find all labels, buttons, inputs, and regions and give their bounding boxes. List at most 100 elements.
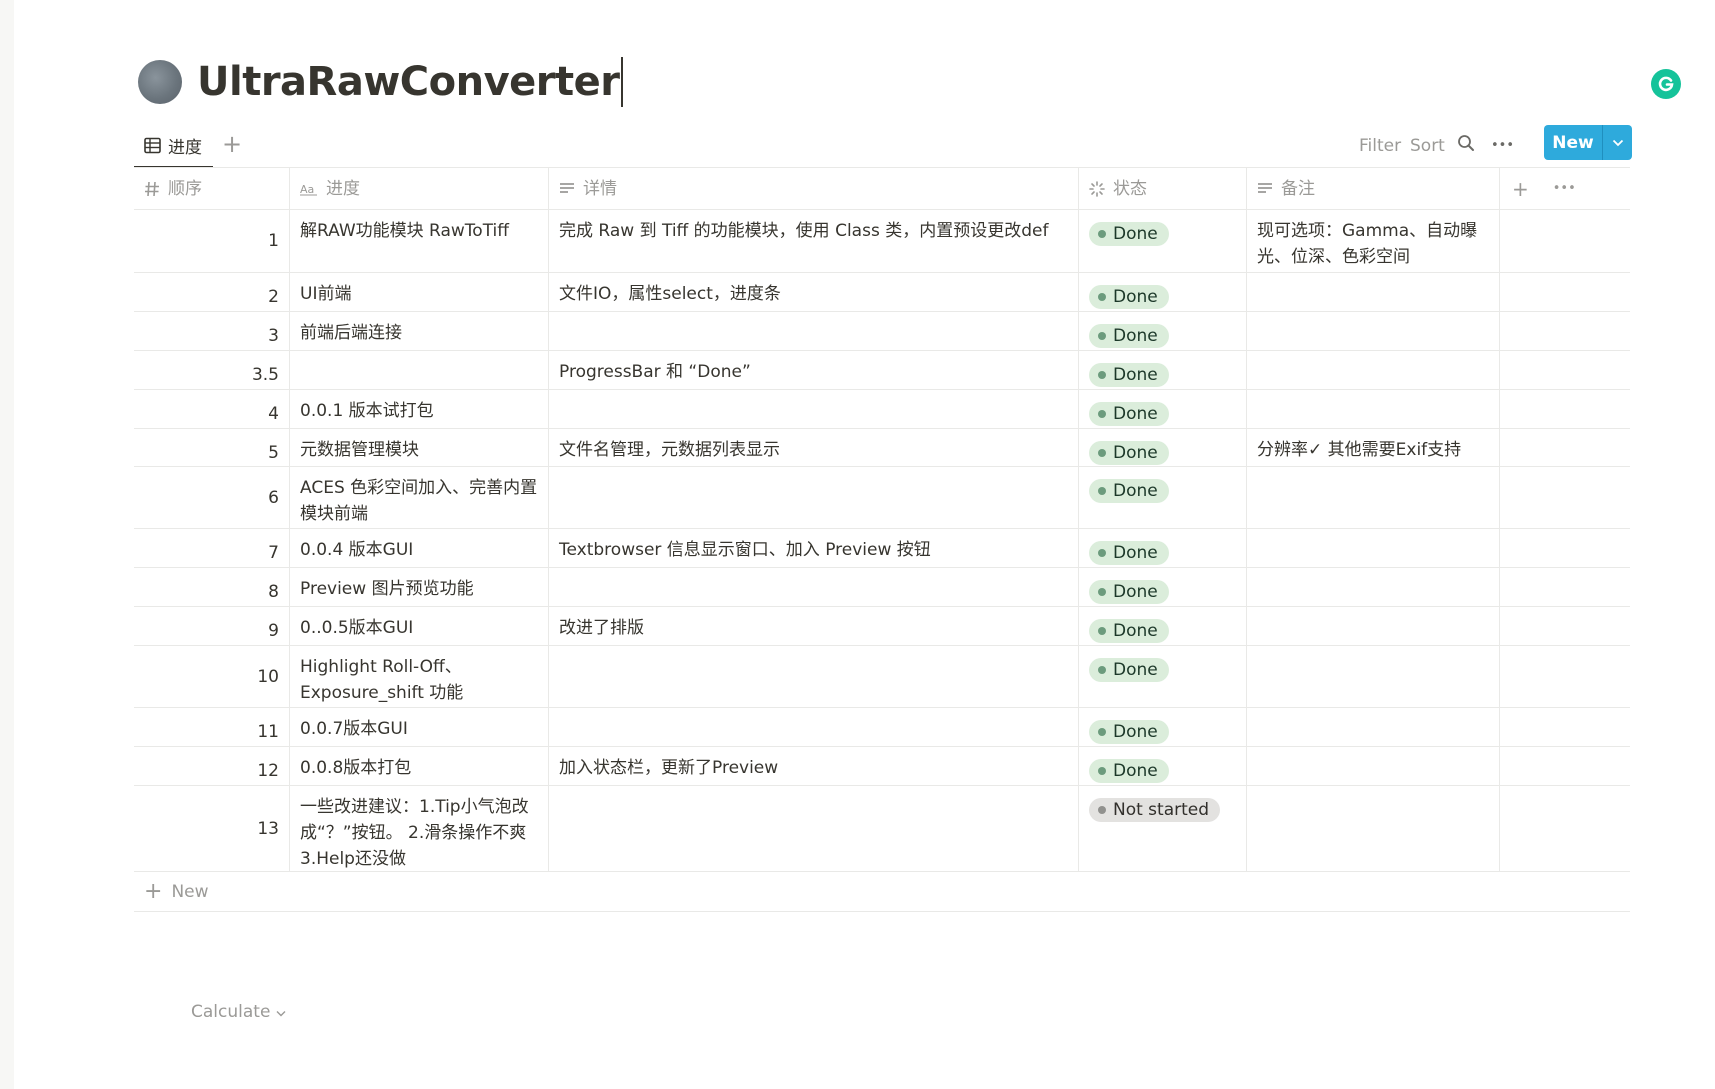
cell-status[interactable]: Done — [1079, 467, 1247, 528]
column-header-detail[interactable]: 详情 — [549, 168, 1079, 209]
cell-title[interactable]: Highlight Roll-Off、Exposure_shift 功能 — [290, 646, 549, 707]
cell-order[interactable]: 4 — [134, 390, 290, 428]
table-row[interactable]: 7 0.0.4 版本GUI Textbrowser 信息显示窗口、加入 Previe… — [134, 529, 1630, 568]
add-property-button[interactable]: + — [1512, 176, 1529, 202]
cell-detail[interactable]: 加入状态栏，更新了Preview — [549, 747, 1079, 785]
table-row[interactable]: 8 Preview 图片预览功能 Done — [134, 568, 1630, 607]
cell-status[interactable]: Done — [1079, 390, 1247, 428]
cell-detail[interactable]: Textbrowser 信息显示窗口、加入 Preview 按钮 — [549, 529, 1079, 567]
table-row[interactable]: 10 Highlight Roll-Off、Exposure_shift 功能 Do… — [134, 646, 1630, 708]
cell-title[interactable]: 0.0.7版本GUI — [290, 708, 549, 746]
cell-title[interactable]: 0.0.8版本打包 — [290, 747, 549, 785]
table-row[interactable]: 13 一些改进建议：1.Tip小气泡改成“？”按钮。 2.滑条操作不爽 3.Hel… — [134, 786, 1630, 872]
more-options-icon[interactable]: ••• — [1491, 135, 1514, 157]
cell-title[interactable]: UI前端 — [290, 273, 549, 311]
cell-note[interactable] — [1247, 351, 1500, 389]
cell-detail[interactable]: 文件IO，属性select，进度条 — [549, 273, 1079, 311]
cell-title[interactable]: Preview 图片预览功能 — [290, 568, 549, 606]
cell-detail[interactable] — [549, 786, 1079, 871]
cell-note[interactable] — [1247, 529, 1500, 567]
add-view-button[interactable]: + — [222, 130, 242, 158]
page-icon[interactable] — [138, 60, 182, 104]
cell-note[interactable] — [1247, 312, 1500, 350]
cell-status[interactable]: Done — [1079, 607, 1247, 645]
calculate-button[interactable]: Calculate — [191, 1002, 286, 1022]
table-row[interactable]: 2 UI前端 文件IO，属性select，进度条 Done — [134, 273, 1630, 312]
cell-status[interactable]: Done — [1079, 312, 1247, 350]
cell-detail[interactable] — [549, 467, 1079, 528]
grammarly-icon[interactable] — [1651, 69, 1681, 99]
table-row[interactable]: 11 0.0.7版本GUI Done — [134, 708, 1630, 747]
table-row[interactable]: 4 0.0.1 版本试打包 Done — [134, 390, 1630, 429]
table-row[interactable]: 5 元数据管理模块 文件名管理，元数据列表显示 Done 分辨率✓ 其他需要Exif支持 — [134, 429, 1630, 467]
cell-note[interactable] — [1247, 747, 1500, 785]
column-header-title[interactable]: Aa 进度 — [290, 168, 549, 209]
cell-detail[interactable] — [549, 708, 1079, 746]
cell-title[interactable]: 一些改进建议：1.Tip小气泡改成“？”按钮。 2.滑条操作不爽 3.Help还… — [290, 786, 549, 871]
sort-button[interactable]: Sort — [1410, 135, 1445, 157]
column-header-status[interactable]: 状态 — [1079, 168, 1247, 209]
cell-order[interactable]: 10 — [134, 646, 290, 707]
cell-note[interactable]: 分辨率✓ 其他需要Exif支持 — [1247, 429, 1500, 466]
cell-status[interactable]: Done — [1079, 210, 1247, 272]
cell-title[interactable]: 解RAW功能模块 RawToTiff — [290, 210, 549, 272]
cell-detail[interactable] — [549, 390, 1079, 428]
cell-detail[interactable]: 文件名管理，元数据列表显示 — [549, 429, 1079, 466]
cell-title[interactable]: 0.0.4 版本GUI — [290, 529, 549, 567]
cell-detail[interactable]: 完成 Raw 到 Tiff 的功能模块，使用 Class 类，内置预设更改def — [549, 210, 1079, 272]
cell-note[interactable] — [1247, 273, 1500, 311]
cell-note[interactable]: 现可选项：Gamma、自动曝光、位深、色彩空间 — [1247, 210, 1500, 272]
cell-order[interactable]: 11 — [134, 708, 290, 746]
cell-title[interactable]: 0.0.1 版本试打包 — [290, 390, 549, 428]
cell-status[interactable]: Done — [1079, 747, 1247, 785]
cell-note[interactable] — [1247, 467, 1500, 528]
cell-note[interactable] — [1247, 568, 1500, 606]
cell-status[interactable]: Done — [1079, 529, 1247, 567]
table-row[interactable]: 1 解RAW功能模块 RawToTiff 完成 Raw 到 Tiff 的功能模块，使… — [134, 210, 1630, 273]
cell-status[interactable]: Done — [1079, 273, 1247, 311]
cell-status[interactable]: Done — [1079, 568, 1247, 606]
cell-title[interactable] — [290, 351, 549, 389]
cell-note[interactable] — [1247, 390, 1500, 428]
cell-order[interactable]: 13 — [134, 786, 290, 871]
cell-order[interactable]: 1 — [134, 210, 290, 272]
cell-title[interactable]: 元数据管理模块 — [290, 429, 549, 466]
cell-detail[interactable] — [549, 312, 1079, 350]
cell-status[interactable]: Done — [1079, 429, 1247, 466]
cell-title[interactable]: ACES 色彩空间加入、完善内置模块前端 — [290, 467, 549, 528]
cell-order[interactable]: 6 — [134, 467, 290, 528]
search-icon[interactable] — [1457, 134, 1475, 158]
page-title[interactable]: UltraRawConverter — [197, 59, 620, 105]
cell-detail[interactable]: 改进了排版 — [549, 607, 1079, 645]
column-header-order[interactable]: 顺序 — [134, 168, 290, 209]
cell-order[interactable]: 7 — [134, 529, 290, 567]
add-row-button[interactable]: + New — [134, 872, 1630, 912]
view-tab-progress[interactable]: 进度 — [134, 124, 213, 168]
cell-order[interactable]: 3 — [134, 312, 290, 350]
cell-title[interactable]: 前端后端连接 — [290, 312, 549, 350]
cell-order[interactable]: 3.5 — [134, 351, 290, 389]
table-row[interactable]: 6 ACES 色彩空间加入、完善内置模块前端 Done — [134, 467, 1630, 529]
cell-status[interactable]: Not started — [1079, 786, 1247, 871]
cell-detail[interactable] — [549, 568, 1079, 606]
cell-order[interactable]: 9 — [134, 607, 290, 645]
table-row[interactable]: 9 0..0.5版本GUI 改进了排版 Done — [134, 607, 1630, 646]
cell-note[interactable] — [1247, 646, 1500, 707]
cell-note[interactable] — [1247, 708, 1500, 746]
more-options-icon[interactable]: ••• — [1553, 176, 1576, 202]
filter-button[interactable]: Filter — [1359, 135, 1401, 157]
cell-status[interactable]: Done — [1079, 708, 1247, 746]
cell-note[interactable] — [1247, 786, 1500, 871]
cell-detail[interactable]: ProgressBar 和 “Done” — [549, 351, 1079, 389]
cell-detail[interactable] — [549, 646, 1079, 707]
cell-order[interactable]: 12 — [134, 747, 290, 785]
new-button[interactable]: New — [1544, 125, 1632, 160]
table-row[interactable]: 3.5 ProgressBar 和 “Done” Done — [134, 351, 1630, 390]
cell-status[interactable]: Done — [1079, 646, 1247, 707]
cell-order[interactable]: 2 — [134, 273, 290, 311]
cell-title[interactable]: 0..0.5版本GUI — [290, 607, 549, 645]
chevron-down-icon[interactable] — [1603, 136, 1632, 150]
cell-note[interactable] — [1247, 607, 1500, 645]
column-header-note[interactable]: 备注 — [1247, 168, 1500, 209]
table-row[interactable]: 3 前端后端连接 Done — [134, 312, 1630, 351]
